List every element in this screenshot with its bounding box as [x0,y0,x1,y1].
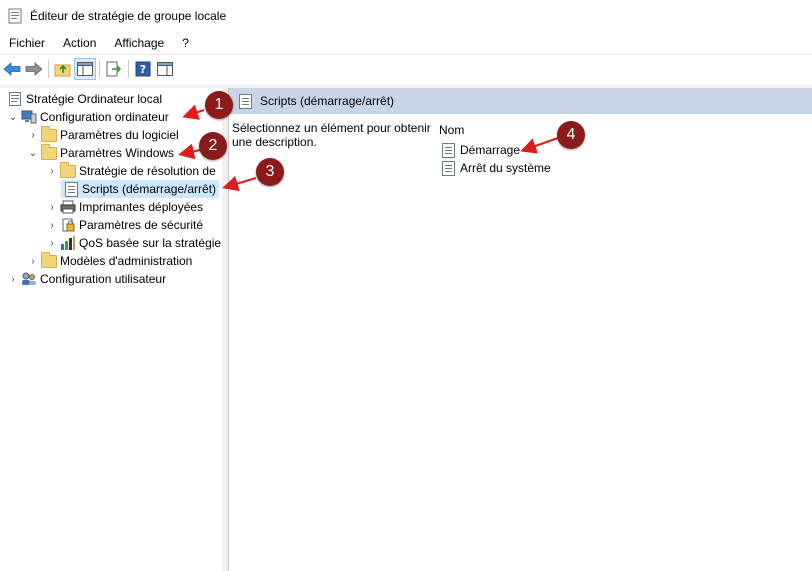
script-icon [239,93,252,109]
tree-node-windows-settings[interactable]: ⌄ Paramètres Windows [27,143,175,162]
back-arrow-icon [3,62,21,76]
help-button[interactable]: ? [132,58,154,80]
column-header-name[interactable]: Nom [439,120,464,140]
tree-label-scripts: Scripts (démarrage/arrêt) [82,182,217,196]
pane-splitter[interactable] [222,88,229,571]
title-bar: Éditeur de stratégie de groupe locale [0,0,812,32]
chevron-right-icon[interactable]: › [46,237,58,249]
description-text: Sélectionnez un élément pour obtenir une… [232,121,431,149]
menu-bar: Fichier Action Affichage ? [0,32,812,54]
tree-label-software-settings: Paramètres du logiciel [60,128,179,142]
folder-icon [41,143,57,160]
svg-text:?: ? [140,63,146,76]
users-icon [21,272,37,286]
policy-document-icon [7,92,23,106]
scripts-list: Nom Démarrage Arrêt du système [429,114,812,194]
content-header: Scripts (démarrage/arrêt) [229,88,812,114]
chevron-right-icon[interactable]: › [7,273,19,285]
tree-label-printers: Imprimantes déployées [79,200,204,214]
forward-arrow-icon [25,62,43,76]
security-icon [60,218,76,232]
tree-label-user-config: Configuration utilisateur [40,272,167,286]
script-icon [442,142,455,158]
tree-node-computer-config[interactable]: ⌄ Configuration ordinateur [7,108,169,126]
tree-node-security[interactable]: › Paramètres de sécurité [46,216,203,234]
chevron-right-icon[interactable]: › [46,165,58,177]
tree-node-user-config[interactable]: › Configuration utilisateur [7,270,166,288]
back-button[interactable] [1,58,23,80]
toolbar-separator [99,60,100,78]
chevron-right-icon[interactable]: › [27,129,39,141]
menu-fichier[interactable]: Fichier [0,36,54,50]
tree-node-root[interactable]: Stratégie Ordinateur local [5,90,162,108]
up-folder-button[interactable] [52,58,74,80]
tree-pane-icon [77,62,93,76]
menu-help[interactable]: ? [173,36,198,50]
window-title: Éditeur de stratégie de groupe locale [30,9,227,23]
tree-pane: Stratégie Ordinateur local ⌄ Configurati… [3,88,223,571]
policy-editor-icon [8,8,22,24]
chevron-right-icon[interactable]: › [46,219,58,231]
annotation-badge-1: 1 [205,91,233,119]
export-icon [106,61,122,77]
toolbar-separator [128,60,129,78]
action-pane-button[interactable] [154,58,176,80]
printer-icon [60,200,76,214]
forward-button[interactable] [23,58,45,80]
tree-node-scripts[interactable]: Scripts (démarrage/arrêt) [61,180,220,198]
tree-label-windows-settings: Paramètres Windows [60,146,175,160]
content-header-title: Scripts (démarrage/arrêt) [260,94,395,108]
script-icon [442,160,455,176]
content-pane: Scripts (démarrage/arrêt) Sélectionnez u… [229,88,812,571]
tree-label-security: Paramètres de sécurité [79,218,204,232]
chevron-down-icon[interactable]: ⌄ [7,111,19,123]
annotation-badge-4: 4 [557,121,585,149]
script-icon [63,181,79,197]
show-hide-tree-button[interactable] [74,58,96,80]
list-item-label: Arrêt du système [460,161,551,175]
annotation-badge-3: 3 [256,158,284,186]
export-list-button[interactable] [103,58,125,80]
tree-label-name-resolution: Stratégie de résolution de [79,164,216,178]
action-pane-icon [157,62,173,76]
list-item-label: Démarrage [460,143,521,157]
tree-node-qos[interactable]: › QoS basée sur la stratégie [46,234,221,252]
folder-icon [60,161,76,178]
tree-label-computer-config: Configuration ordinateur [40,110,169,124]
annotation-badge-2: 2 [199,132,227,160]
tree-label-qos: QoS basée sur la stratégie [79,236,222,250]
menu-action[interactable]: Action [54,36,105,50]
folder-icon [41,125,57,142]
up-folder-icon [54,64,71,77]
toolbar: ? [0,54,812,83]
chevron-right-icon[interactable]: › [46,201,58,213]
tree-label-admin-templates: Modèles d'administration [60,254,193,268]
computer-icon [21,110,37,124]
list-item-startup[interactable]: Démarrage [442,141,520,159]
tree-node-admin-templates[interactable]: › Modèles d'administration [27,251,193,270]
tree-node-printers[interactable]: › Imprimantes déployées [46,198,203,216]
toolbar-separator [48,60,49,78]
chevron-down-icon[interactable]: ⌄ [27,147,39,159]
folder-icon [41,251,57,268]
tree-label-root: Stratégie Ordinateur local [26,92,163,106]
tree-node-name-resolution[interactable]: › Stratégie de résolution de [46,161,216,180]
chevron-right-icon[interactable]: › [27,255,39,267]
help-icon: ? [135,61,151,77]
tree-node-software-settings[interactable]: › Paramètres du logiciel [27,125,179,144]
bar-chart-icon [60,236,76,250]
menu-affichage[interactable]: Affichage [105,36,173,50]
list-item-shutdown[interactable]: Arrêt du système [442,159,551,177]
